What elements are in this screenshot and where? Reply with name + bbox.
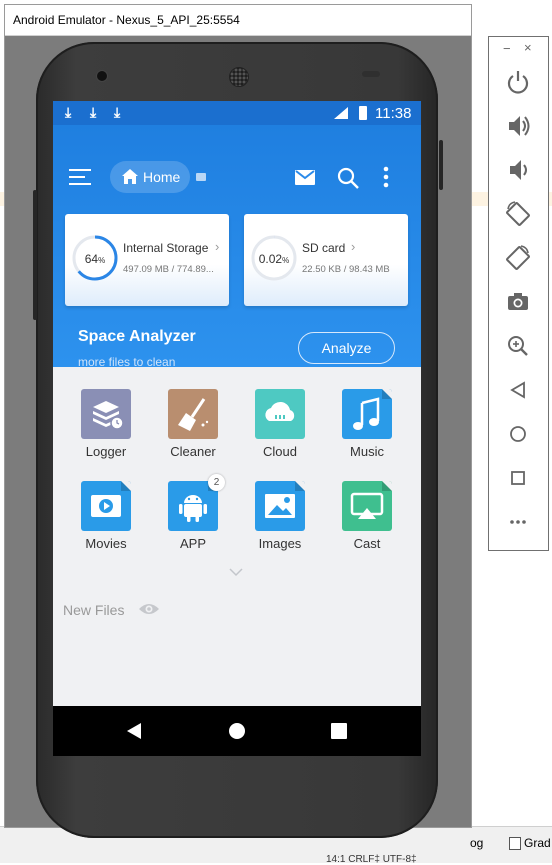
earpiece-speaker	[229, 67, 249, 87]
app-count-badge: 2	[208, 474, 225, 491]
close-button[interactable]: ×	[524, 40, 532, 55]
download-icon: ⤓	[114, 104, 121, 120]
download-icon: ⤓	[90, 104, 97, 120]
cast-icon	[342, 481, 392, 531]
back-icon[interactable]	[503, 375, 533, 405]
search-icon[interactable]	[337, 167, 359, 189]
category-label: Cloud	[263, 444, 297, 459]
new-files-heading: New Files	[63, 602, 125, 618]
chevron-down-icon[interactable]	[229, 567, 243, 577]
storage-usage: 22.50 KB / 98.43 MB	[302, 264, 390, 275]
broom-icon	[168, 389, 218, 439]
category-images[interactable]: Images	[245, 481, 315, 561]
emulator-toolbar: − ×	[488, 36, 549, 551]
home-circle-icon[interactable]	[228, 722, 246, 740]
home-label: Home	[143, 169, 181, 185]
rotate-right-icon[interactable]	[503, 243, 533, 273]
zoom-icon[interactable]	[503, 331, 533, 361]
status-bar: ⤓ ⤓ ⤓ 11:38	[53, 101, 421, 125]
more-icon[interactable]	[503, 507, 533, 537]
storage-usage: 497.09 MB / 774.89...	[123, 264, 214, 275]
category-label: Music	[350, 444, 384, 459]
back-icon[interactable]	[126, 722, 142, 740]
power-icon[interactable]	[503, 67, 533, 97]
category-movies[interactable]: Movies	[71, 481, 141, 561]
space-analyzer-subtitle: more files to clean	[78, 355, 176, 369]
phone-screen: ⤓ ⤓ ⤓ 11:38 Home 64% Internal Storage › …	[53, 101, 421, 706]
internal-storage-card[interactable]: 64% Internal Storage › 497.09 MB / 774.8…	[65, 214, 229, 306]
storage-name: Internal Storage	[123, 241, 209, 255]
category-label: Cast	[353, 536, 381, 551]
chevron-right-icon: ›	[215, 239, 220, 254]
category-label: Movies	[85, 536, 127, 551]
recents-icon[interactable]	[331, 723, 347, 739]
storage-name: SD card	[302, 241, 346, 255]
image-icon	[255, 481, 305, 531]
music-icon	[342, 389, 392, 439]
camera-icon[interactable]	[503, 287, 533, 317]
window-title-bar: Android Emulator - Nexus_5_API_25:5554	[5, 5, 471, 36]
window-title: Android Emulator - Nexus_5_API_25:5554	[13, 13, 240, 27]
battery-icon	[359, 106, 367, 120]
movie-icon	[81, 481, 131, 531]
power-button-hw	[33, 190, 37, 320]
storage-card-icon	[196, 173, 206, 181]
volume-rocker	[439, 140, 443, 190]
category-label: Logger	[85, 444, 127, 459]
category-cloud[interactable]: Cloud	[245, 389, 315, 469]
cloud-icon	[255, 389, 305, 439]
proximity-sensor	[362, 71, 380, 77]
volume-up-icon[interactable]	[503, 111, 533, 141]
more-vertical-icon[interactable]	[383, 166, 389, 188]
category-logger[interactable]: Logger	[71, 389, 141, 469]
volume-down-icon[interactable]	[503, 155, 533, 185]
minimize-button[interactable]: −	[503, 41, 511, 56]
home-icon	[122, 169, 138, 184]
category-label: APP	[179, 536, 206, 551]
category-music[interactable]: Music	[332, 389, 402, 469]
category-label: Images	[258, 536, 302, 551]
rotate-left-icon[interactable]	[503, 199, 533, 229]
front-camera	[96, 70, 108, 82]
ide-status-text: 14:1 CRLF‡ UTF-8‡	[326, 854, 417, 865]
eye-icon[interactable]	[138, 602, 160, 616]
signal-icon	[334, 107, 348, 119]
usage-percent: 64%	[84, 252, 106, 266]
navigation-bar	[53, 706, 421, 756]
analyze-button[interactable]: Analyze	[298, 332, 395, 364]
download-icon: ⤓	[65, 104, 72, 120]
logger-icon	[81, 389, 131, 439]
sd-card-card[interactable]: 0.02% SD card › 22.50 KB / 98.43 MB	[244, 214, 408, 306]
header-panel: Home 64% Internal Storage › 497.09 MB / …	[53, 125, 421, 369]
home-icon[interactable]	[503, 419, 533, 449]
menu-icon[interactable]	[69, 169, 91, 185]
space-analyzer-title: Space Analyzer	[78, 328, 196, 345]
gradle-icon	[509, 837, 521, 850]
category-cleaner[interactable]: Cleaner	[158, 389, 228, 469]
overview-icon[interactable]	[503, 463, 533, 493]
ide-gradle-tab[interactable]: Grad	[524, 836, 551, 850]
category-label: Cleaner	[170, 444, 216, 459]
ide-log-tab[interactable]: og	[470, 836, 483, 850]
chevron-right-icon: ›	[351, 239, 356, 254]
category-app[interactable]: 2 APP	[158, 474, 228, 561]
status-time: 11:38	[375, 105, 412, 122]
mail-icon[interactable]	[295, 170, 315, 185]
category-cast[interactable]: Cast	[332, 481, 402, 561]
usage-percent: 0.02%	[258, 252, 290, 266]
